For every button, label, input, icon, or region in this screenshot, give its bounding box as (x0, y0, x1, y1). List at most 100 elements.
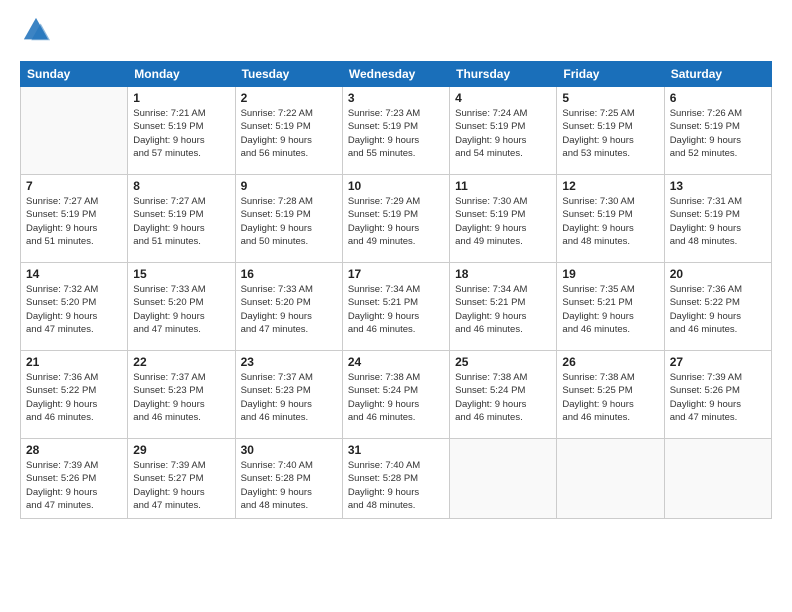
calendar-cell: 2Sunrise: 7:22 AMSunset: 5:19 PMDaylight… (235, 87, 342, 175)
day-number: 30 (241, 443, 337, 457)
week-row-3: 14 Sunrise: 7:32 AMSunset: 5:20 PMDayligh… (21, 263, 772, 351)
day-number: 26 (562, 355, 658, 369)
calendar-cell: 21 Sunrise: 7:36 AMSunset: 5:22 PMDayligh… (21, 351, 128, 439)
day-info: Sunrise: 7:38 AMSunset: 5:25 PMDaylight:… (562, 371, 658, 424)
day-info: Sunrise: 7:40 AMSunset: 5:28 PMDaylight:… (348, 459, 444, 512)
week-row-1: 1 Sunrise: 7:21 AMSunset: 5:19 PMDaylight… (21, 87, 772, 175)
day-info: Sunrise: 7:36 AMSunset: 5:22 PMDaylight:… (26, 371, 122, 424)
day-info: Sunrise: 7:39 AMSunset: 5:27 PMDaylight:… (133, 459, 229, 512)
calendar-cell: 30 Sunrise: 7:40 AMSunset: 5:28 PMDayligh… (235, 439, 342, 519)
day-info: Sunrise: 7:38 AMSunset: 5:24 PMDaylight:… (348, 371, 444, 424)
weekday-header-tuesday: Tuesday (235, 62, 342, 87)
day-number: 8 (133, 179, 229, 193)
day-info: Sunrise: 7:25 AMSunset: 5:19 PMDaylight:… (562, 107, 658, 160)
day-number: 13 (670, 179, 766, 193)
day-number: 9 (241, 179, 337, 193)
day-info: Sunrise: 7:40 AMSunset: 5:28 PMDaylight:… (241, 459, 337, 512)
day-number: 6 (670, 91, 766, 105)
calendar-cell: 22 Sunrise: 7:37 AMSunset: 5:23 PMDayligh… (128, 351, 235, 439)
day-info: Sunrise: 7:33 AMSunset: 5:20 PMDaylight:… (133, 283, 229, 336)
day-info: Sunrise: 7:29 AMSunset: 5:19 PMDaylight:… (348, 195, 444, 248)
calendar-cell: 24 Sunrise: 7:38 AMSunset: 5:24 PMDayligh… (342, 351, 449, 439)
day-number: 16 (241, 267, 337, 281)
day-number: 7 (26, 179, 122, 193)
day-info: Sunrise: 7:39 AMSunset: 5:26 PMDaylight:… (670, 371, 766, 424)
calendar-cell (557, 439, 664, 519)
calendar-cell (664, 439, 771, 519)
day-number: 4 (455, 91, 551, 105)
day-number: 27 (670, 355, 766, 369)
calendar-cell (450, 439, 557, 519)
day-info: Sunrise: 7:26 AMSunset: 5:19 PMDaylight:… (670, 107, 766, 160)
calendar-cell: 1 Sunrise: 7:21 AMSunset: 5:19 PMDaylight… (128, 87, 235, 175)
day-info: Sunrise: 7:34 AMSunset: 5:21 PMDaylight:… (348, 283, 444, 336)
day-info: Sunrise: 7:27 AMSunset: 5:19 PMDaylight:… (133, 195, 229, 248)
day-info: Sunrise: 7:23 AMSunset: 5:19 PMDaylight:… (348, 107, 444, 160)
calendar-cell: 25 Sunrise: 7:38 AMSunset: 5:24 PMDayligh… (450, 351, 557, 439)
calendar-cell: 10 Sunrise: 7:29 AMSunset: 5:19 PMDayligh… (342, 175, 449, 263)
calendar: SundayMondayTuesdayWednesdayThursdayFrid… (20, 61, 772, 519)
calendar-cell: 12 Sunrise: 7:30 AMSunset: 5:19 PMDayligh… (557, 175, 664, 263)
day-info: Sunrise: 7:22 AMSunset: 5:19 PMDaylight:… (241, 107, 337, 160)
day-info: Sunrise: 7:36 AMSunset: 5:22 PMDaylight:… (670, 283, 766, 336)
day-info: Sunrise: 7:24 AMSunset: 5:19 PMDaylight:… (455, 107, 551, 160)
day-number: 14 (26, 267, 122, 281)
day-info: Sunrise: 7:38 AMSunset: 5:24 PMDaylight:… (455, 371, 551, 424)
page: SundayMondayTuesdayWednesdayThursdayFrid… (0, 0, 792, 612)
day-number: 1 (133, 91, 229, 105)
calendar-cell: 27 Sunrise: 7:39 AMSunset: 5:26 PMDayligh… (664, 351, 771, 439)
day-info: Sunrise: 7:30 AMSunset: 5:19 PMDaylight:… (562, 195, 658, 248)
day-number: 31 (348, 443, 444, 457)
week-row-4: 21 Sunrise: 7:36 AMSunset: 5:22 PMDayligh… (21, 351, 772, 439)
calendar-cell: 31 Sunrise: 7:40 AMSunset: 5:28 PMDayligh… (342, 439, 449, 519)
day-info: Sunrise: 7:32 AMSunset: 5:20 PMDaylight:… (26, 283, 122, 336)
day-info: Sunrise: 7:21 AMSunset: 5:19 PMDaylight:… (133, 107, 229, 160)
day-info: Sunrise: 7:39 AMSunset: 5:26 PMDaylight:… (26, 459, 122, 512)
weekday-header-friday: Friday (557, 62, 664, 87)
logo-icon (22, 16, 50, 44)
day-number: 25 (455, 355, 551, 369)
day-number: 5 (562, 91, 658, 105)
calendar-cell: 3 Sunrise: 7:23 AMSunset: 5:19 PMDaylight… (342, 87, 449, 175)
weekday-header-row: SundayMondayTuesdayWednesdayThursdayFrid… (21, 62, 772, 87)
day-info: Sunrise: 7:37 AMSunset: 5:23 PMDaylight:… (241, 371, 337, 424)
day-number: 19 (562, 267, 658, 281)
day-number: 10 (348, 179, 444, 193)
calendar-cell: 18 Sunrise: 7:34 AMSunset: 5:21 PMDayligh… (450, 263, 557, 351)
day-number: 3 (348, 91, 444, 105)
weekday-header-sunday: Sunday (21, 62, 128, 87)
calendar-cell: 16 Sunrise: 7:33 AMSunset: 5:20 PMDayligh… (235, 263, 342, 351)
day-info: Sunrise: 7:37 AMSunset: 5:23 PMDaylight:… (133, 371, 229, 424)
weekday-header-saturday: Saturday (664, 62, 771, 87)
calendar-cell: 9 Sunrise: 7:28 AMSunset: 5:19 PMDaylight… (235, 175, 342, 263)
day-number: 23 (241, 355, 337, 369)
calendar-cell: 23 Sunrise: 7:37 AMSunset: 5:23 PMDayligh… (235, 351, 342, 439)
calendar-cell: 20 Sunrise: 7:36 AMSunset: 5:22 PMDayligh… (664, 263, 771, 351)
day-number: 28 (26, 443, 122, 457)
header (20, 16, 772, 49)
calendar-cell: 15 Sunrise: 7:33 AMSunset: 5:20 PMDayligh… (128, 263, 235, 351)
day-number: 29 (133, 443, 229, 457)
day-number: 15 (133, 267, 229, 281)
calendar-cell (21, 87, 128, 175)
day-info: Sunrise: 7:33 AMSunset: 5:20 PMDaylight:… (241, 283, 337, 336)
day-info: Sunrise: 7:34 AMSunset: 5:21 PMDaylight:… (455, 283, 551, 336)
day-number: 20 (670, 267, 766, 281)
day-number: 21 (26, 355, 122, 369)
calendar-cell: 29 Sunrise: 7:39 AMSunset: 5:27 PMDayligh… (128, 439, 235, 519)
calendar-cell: 7Sunrise: 7:27 AMSunset: 5:19 PMDaylight… (21, 175, 128, 263)
calendar-cell: 13Sunrise: 7:31 AMSunset: 5:19 PMDayligh… (664, 175, 771, 263)
calendar-cell: 4 Sunrise: 7:24 AMSunset: 5:19 PMDaylight… (450, 87, 557, 175)
calendar-cell: 28 Sunrise: 7:39 AMSunset: 5:26 PMDayligh… (21, 439, 128, 519)
day-info: Sunrise: 7:30 AMSunset: 5:19 PMDaylight:… (455, 195, 551, 248)
calendar-cell: 17Sunrise: 7:34 AMSunset: 5:21 PMDayligh… (342, 263, 449, 351)
calendar-cell: 11 Sunrise: 7:30 AMSunset: 5:19 PMDayligh… (450, 175, 557, 263)
day-number: 12 (562, 179, 658, 193)
day-number: 24 (348, 355, 444, 369)
day-number: 18 (455, 267, 551, 281)
calendar-cell: 14 Sunrise: 7:32 AMSunset: 5:20 PMDayligh… (21, 263, 128, 351)
day-info: Sunrise: 7:28 AMSunset: 5:19 PMDaylight:… (241, 195, 337, 248)
day-number: 22 (133, 355, 229, 369)
calendar-cell: 5 Sunrise: 7:25 AMSunset: 5:19 PMDaylight… (557, 87, 664, 175)
day-number: 11 (455, 179, 551, 193)
